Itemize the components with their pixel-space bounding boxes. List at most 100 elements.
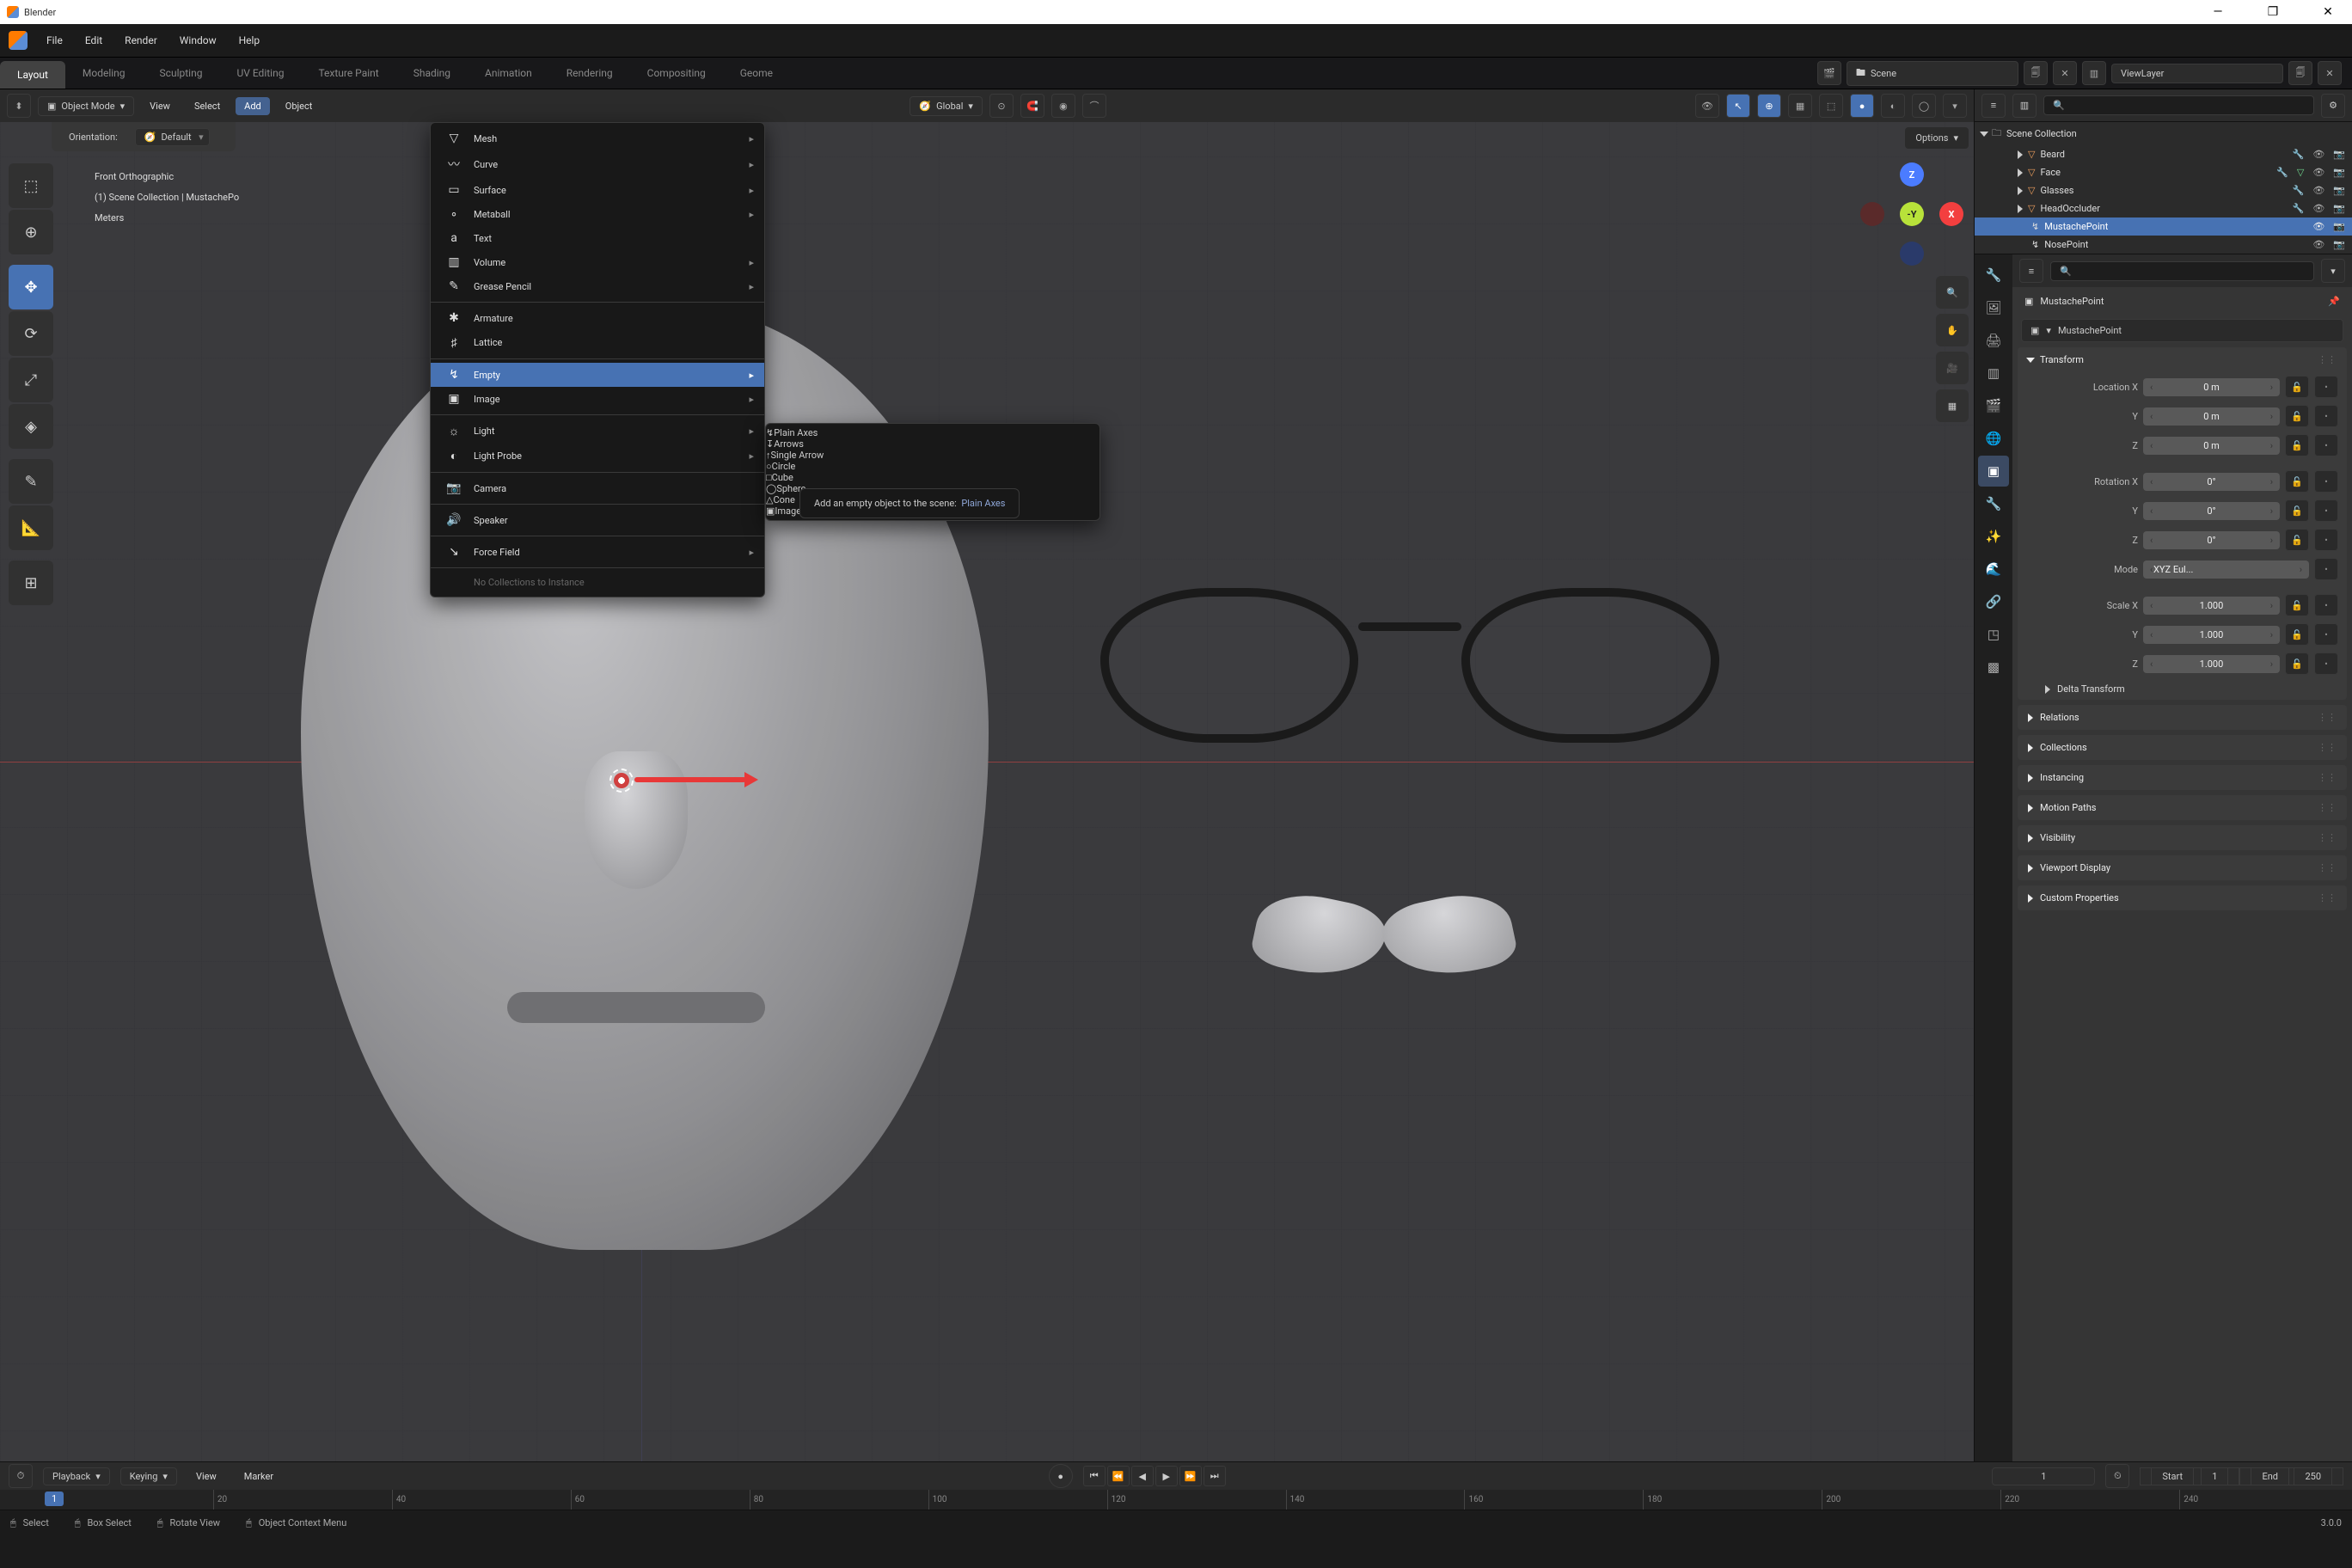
- scale-z-field[interactable]: 1.000: [2143, 655, 2280, 673]
- add-menu-item[interactable]: ♯Lattice: [431, 330, 764, 355]
- mesh-nose[interactable]: [585, 751, 688, 889]
- viewlayer-new-button[interactable]: 🗐: [2288, 61, 2312, 85]
- scale-x-field[interactable]: 1.000: [2143, 597, 2280, 615]
- workspace-tab-animation[interactable]: Animation: [468, 58, 549, 89]
- window-minimize-button[interactable]: —: [2201, 5, 2235, 19]
- prop-tab-modifier[interactable]: 🔧: [1978, 488, 2009, 519]
- axis-neg-x-icon[interactable]: [1860, 202, 1884, 226]
- viewport-menu-add[interactable]: Add: [236, 97, 270, 115]
- tool-move[interactable]: ✥: [9, 265, 53, 309]
- viewport-menu-select[interactable]: Select: [186, 97, 229, 115]
- render-icon[interactable]: 📷: [2333, 149, 2345, 160]
- transform-orientation[interactable]: 🧭Global▾: [910, 96, 983, 116]
- 3d-cursor-icon[interactable]: [609, 769, 634, 793]
- blender-logo-icon[interactable]: [9, 31, 28, 50]
- menu-help[interactable]: Help: [229, 31, 271, 50]
- disclosure-triangle-icon[interactable]: [2018, 205, 2023, 213]
- submenu-item[interactable]: □Cube: [766, 472, 1099, 483]
- prop-tab-output[interactable]: 🖨: [1978, 325, 2009, 356]
- camera-view-button[interactable]: 🎥: [1936, 352, 1969, 384]
- add-menu-item[interactable]: ▽Mesh▸: [431, 126, 764, 150]
- disclosure-triangle-icon[interactable]: [2018, 168, 2023, 177]
- preview-range-button[interactable]: ⏲: [2105, 1464, 2129, 1488]
- add-menu-item[interactable]: ✎Grease Pencil▸: [431, 274, 764, 298]
- keyframe-prev-button[interactable]: ⏪: [1107, 1466, 1130, 1486]
- navigation-gizmo[interactable]: Z X -Y: [1860, 162, 1963, 266]
- add-menu-item[interactable]: 📷Camera: [431, 476, 764, 500]
- end-frame-field[interactable]: End 250: [2239, 1467, 2343, 1485]
- add-menu-item[interactable]: ☼Light▸: [431, 419, 764, 444]
- current-frame-field[interactable]: 1: [1992, 1467, 2095, 1485]
- workspace-tab-rendering[interactable]: Rendering: [549, 58, 630, 89]
- render-icon[interactable]: 📷: [2333, 239, 2345, 250]
- add-menu-item[interactable]: ∘Metaball▸: [431, 202, 764, 226]
- shading-solid[interactable]: ●: [1850, 94, 1874, 118]
- keying-dropdown[interactable]: Keying▾: [120, 1467, 177, 1485]
- zoom-button[interactable]: 🔍: [1936, 276, 1969, 309]
- viewport-menu-object[interactable]: Object: [277, 97, 322, 115]
- props-search[interactable]: 🔍: [2050, 261, 2314, 281]
- workspace-tab-sculpting[interactable]: Sculpting: [143, 58, 220, 89]
- outliner-search[interactable]: 🔍: [2043, 95, 2314, 115]
- submenu-item[interactable]: ↯Plain Axes: [766, 427, 1099, 438]
- outliner-filter-button[interactable]: ⚙: [2321, 94, 2345, 118]
- render-icon[interactable]: 📷: [2333, 185, 2345, 196]
- tool-cursor[interactable]: ⊕: [9, 210, 53, 254]
- orientation-dropdown[interactable]: 🧭Default: [135, 128, 210, 146]
- tool-scale[interactable]: ⤢: [9, 358, 53, 402]
- mesh-mouth[interactable]: [507, 992, 765, 1023]
- prop-tab-object[interactable]: ▣: [1978, 456, 2009, 487]
- submenu-item[interactable]: ○Circle: [766, 461, 1099, 472]
- timeline-type-button[interactable]: ⏱: [9, 1464, 33, 1488]
- add-menu-item[interactable]: ✱Armature: [431, 306, 764, 330]
- rotation-mode-field[interactable]: XYZ Eul...: [2143, 560, 2309, 579]
- location-y-field[interactable]: 0 m: [2143, 407, 2280, 426]
- modifier-icon[interactable]: 🔧: [2293, 149, 2305, 160]
- mode-selector[interactable]: ▣Object Mode▾: [38, 96, 134, 116]
- prop-tab-tool[interactable]: 🔧: [1978, 260, 2009, 291]
- window-close-button[interactable]: ✕: [2311, 5, 2345, 19]
- axis-z-icon[interactable]: Z: [1900, 162, 1924, 187]
- render-icon[interactable]: 📷: [2333, 167, 2345, 178]
- panel-header[interactable]: Motion Paths⋮⋮: [2018, 795, 2347, 820]
- outliner-item[interactable]: ▽Beard🔧👁📷: [1975, 145, 2352, 163]
- panel-header[interactable]: Collections⋮⋮: [2018, 735, 2347, 760]
- outliner-display-button[interactable]: ▥: [2012, 94, 2037, 118]
- timeline-menu-marker[interactable]: Marker: [236, 1467, 282, 1485]
- viewlayer-browse-button[interactable]: ▥: [2082, 61, 2106, 85]
- visibility-icon[interactable]: 👁: [2312, 239, 2324, 250]
- menu-render[interactable]: Render: [114, 31, 168, 50]
- disclosure-triangle-icon[interactable]: [2018, 187, 2023, 195]
- pivot-button[interactable]: ⊙: [989, 94, 1014, 118]
- workspace-tab-layout[interactable]: Layout: [0, 61, 65, 89]
- modifier-icon[interactable]: 🔧: [2293, 203, 2305, 214]
- axis-neg-y-icon[interactable]: -Y: [1900, 202, 1924, 226]
- workspace-tab-texturepaint[interactable]: Texture Paint: [301, 58, 395, 89]
- workspace-tab-shading[interactable]: Shading: [396, 58, 468, 89]
- add-menu-item[interactable]: ▭Surface▸: [431, 178, 764, 202]
- add-menu-item[interactable]: ◐Light Probe▸: [431, 444, 764, 469]
- shading-wireframe[interactable]: ⬚: [1819, 94, 1843, 118]
- menu-file[interactable]: File: [36, 31, 73, 50]
- submenu-item[interactable]: ↑Single Arrow: [766, 450, 1099, 461]
- workspace-tab-compositing[interactable]: Compositing: [630, 58, 723, 89]
- play-button[interactable]: ▶: [1155, 1466, 1178, 1486]
- outliner-root[interactable]: 🗀 Scene Collection: [1975, 122, 2352, 145]
- tool-transform[interactable]: ◈: [9, 404, 53, 449]
- scale-y-field[interactable]: 1.000: [2143, 626, 2280, 644]
- outliner-item[interactable]: ↯NosePoint👁📷: [1975, 236, 2352, 254]
- timeline-menu-view[interactable]: View: [187, 1467, 225, 1485]
- panel-header[interactable]: Instancing⋮⋮: [2018, 765, 2347, 790]
- prop-tab-scene[interactable]: 🎬: [1978, 390, 2009, 421]
- autokey-button[interactable]: ●: [1049, 1464, 1073, 1488]
- outliner-item[interactable]: ▽Face🔧▽👁📷: [1975, 163, 2352, 181]
- jump-start-button[interactable]: ⏮: [1083, 1466, 1106, 1486]
- rotation-y-field[interactable]: 0°: [2143, 502, 2280, 520]
- options-button[interactable]: Options▾: [1905, 127, 1969, 149]
- tool-select-box[interactable]: ⬚: [9, 163, 53, 208]
- snap-button[interactable]: 🧲: [1020, 94, 1044, 118]
- panel-header[interactable]: Relations⋮⋮: [2018, 705, 2347, 730]
- overlay-toggle[interactable]: ⊕: [1757, 94, 1781, 118]
- timeline-ruler[interactable]: 1 20406080100120140160180200220240: [0, 1490, 2352, 1510]
- visibility-icon[interactable]: 👁: [2312, 221, 2324, 232]
